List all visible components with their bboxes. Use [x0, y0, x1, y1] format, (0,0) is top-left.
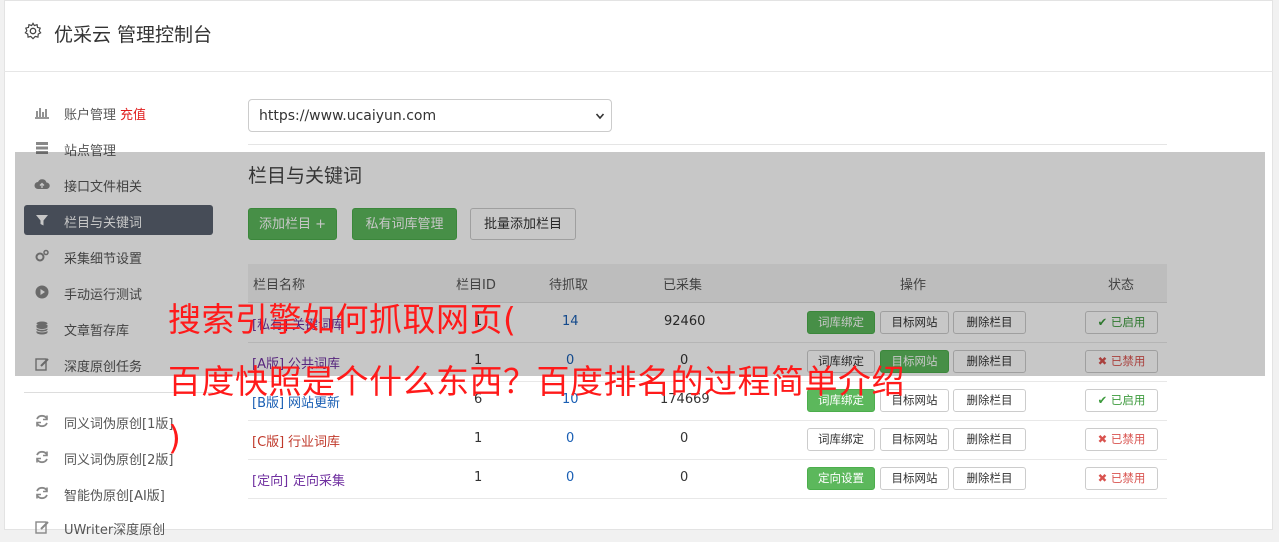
delete-column-button[interactable]: 删除栏目	[953, 467, 1026, 490]
edit-icon	[35, 521, 49, 534]
delete-column-button[interactable]: 删除栏目	[953, 389, 1026, 412]
refresh-icon	[36, 414, 48, 428]
table-row: [定向] 定向采集 1 0 0 定向设置 目标网站 删除栏目 ✖ 已禁用	[248, 459, 1167, 499]
status-toggle[interactable]: ✖ 已禁用	[1085, 467, 1158, 490]
overlay-text-line2: 百度快照是个什么东西？百度排名的过程简单介绍	[168, 362, 905, 401]
row-name-link[interactable]: 行业词库	[288, 431, 340, 450]
row-id: 1	[474, 470, 483, 485]
page-header: 优采云 管理控制台	[4, 0, 1273, 72]
sidebar-item-account[interactable]: 账户管理 充值	[24, 97, 213, 127]
overlay-band	[15, 152, 1265, 376]
row-pending-link[interactable]: 0	[566, 470, 574, 485]
sidebar-item-ai-rewrite[interactable]: 智能伪原创[AI版]	[24, 478, 213, 508]
bar-chart-icon	[35, 108, 49, 119]
check-icon: ✔	[1097, 393, 1108, 407]
directed-settings-button[interactable]: 定向设置	[807, 467, 875, 490]
overlay-text-line1: 搜索引擎如何抓取网页(	[168, 300, 517, 339]
sidebar-item-label: UWriter深度原创	[64, 523, 166, 538]
sidebar-item-label: 智能伪原创[AI版]	[64, 489, 165, 504]
row-id: 1	[474, 431, 483, 446]
site-select[interactable]: https://www.ucaiyun.com	[248, 99, 612, 132]
row-name-link[interactable]: 定向采集	[293, 470, 345, 489]
refresh-icon	[36, 450, 48, 464]
close-icon: ✖	[1097, 432, 1108, 446]
delete-column-button[interactable]: 删除栏目	[953, 428, 1026, 451]
row-collected: 0	[680, 470, 689, 485]
table-row: [C版] 行业词库 1 0 0 词库绑定 目标网站 删除栏目 ✖ 已禁用	[248, 420, 1167, 460]
sidebar-item-synonym-v2[interactable]: 同义词伪原创[2版]	[24, 442, 213, 472]
status-label: 已禁用	[1110, 432, 1146, 446]
section-divider	[248, 144, 1167, 145]
status-label: 已启用	[1110, 393, 1146, 407]
row-collected: 0	[680, 431, 689, 446]
page-title: 优采云 管理控制台	[54, 24, 213, 46]
target-site-button[interactable]: 目标网站	[880, 467, 949, 490]
target-site-button[interactable]: 目标网站	[880, 428, 949, 451]
sidebar-item-uwriter[interactable]: UWriter深度原创	[24, 512, 213, 542]
gear-icon	[24, 22, 42, 40]
sidebar-item-label: 同义词伪原创[2版]	[64, 453, 174, 468]
status-label: 已禁用	[1110, 471, 1146, 485]
row-tag: [定向]	[252, 474, 289, 489]
close-icon: ✖	[1097, 471, 1108, 485]
sidebar-item-label: 同义词伪原创[1版]	[64, 417, 174, 432]
row-pending-link[interactable]: 0	[566, 431, 574, 446]
recharge-link[interactable]: 充值	[120, 108, 146, 123]
sidebar-item-label: 账户管理	[64, 108, 117, 123]
site-select-value: https://www.ucaiyun.com	[259, 108, 437, 124]
status-toggle[interactable]: ✔ 已启用	[1085, 389, 1158, 412]
overlay-text-line3: )	[168, 418, 182, 457]
status-toggle[interactable]: ✖ 已禁用	[1085, 428, 1158, 451]
chevron-down-icon	[595, 113, 605, 120]
bind-lexicon-button[interactable]: 词库绑定	[807, 428, 875, 451]
sidebar-item-synonym-v1[interactable]: 同义词伪原创[1版]	[24, 406, 213, 436]
row-tag: [C版]	[252, 435, 285, 450]
refresh-icon	[36, 486, 48, 500]
